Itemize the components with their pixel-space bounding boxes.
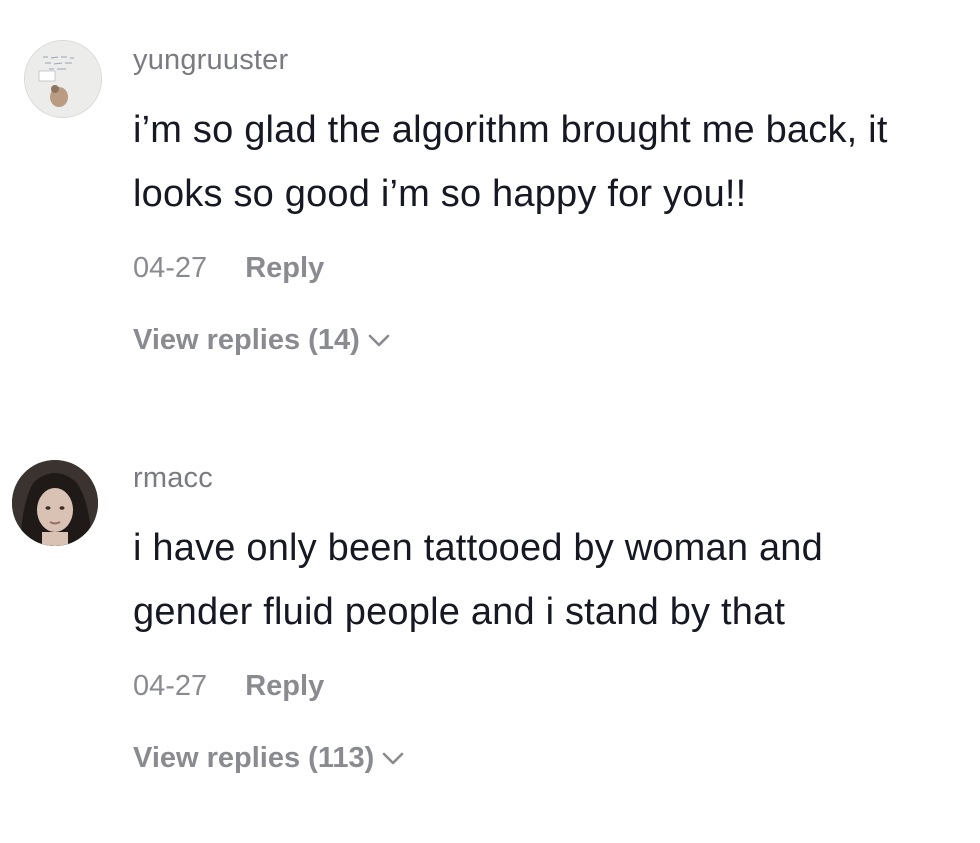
comment-body: yungruuster i’m so glad the algorithm br… — [133, 40, 953, 360]
chevron-down-icon — [382, 752, 404, 765]
reply-button[interactable]: Reply — [245, 666, 324, 706]
comment-meta: 04-27 Reply — [133, 248, 953, 288]
user-avatar[interactable] — [12, 460, 98, 546]
reply-button[interactable]: Reply — [245, 248, 324, 288]
comment-text: i have only been tattooed by woman and g… — [133, 527, 823, 633]
comment-username[interactable]: yungruuster — [133, 40, 953, 80]
comment-date: 04-27 — [133, 670, 208, 702]
view-replies-button[interactable]: View replies (14) — [133, 320, 392, 360]
comment-date: 04-27 — [133, 252, 208, 284]
view-replies-button[interactable]: View replies (113) — [133, 738, 406, 778]
user-avatar[interactable] — [24, 40, 102, 118]
comment-body: rmacc i have only been tattooed by woman… — [133, 458, 953, 778]
view-replies-label: View replies (14) — [133, 324, 360, 356]
chevron-down-icon — [368, 334, 390, 347]
view-replies-label: View replies (113) — [133, 742, 375, 774]
comment-meta: 04-27 Reply — [133, 666, 953, 706]
comment-username[interactable]: rmacc — [133, 458, 953, 498]
avatar-photo-icon — [12, 460, 98, 546]
avatar-photo-icon — [25, 41, 101, 117]
comment-text: i’m so glad the algorithm brought me bac… — [133, 109, 888, 215]
